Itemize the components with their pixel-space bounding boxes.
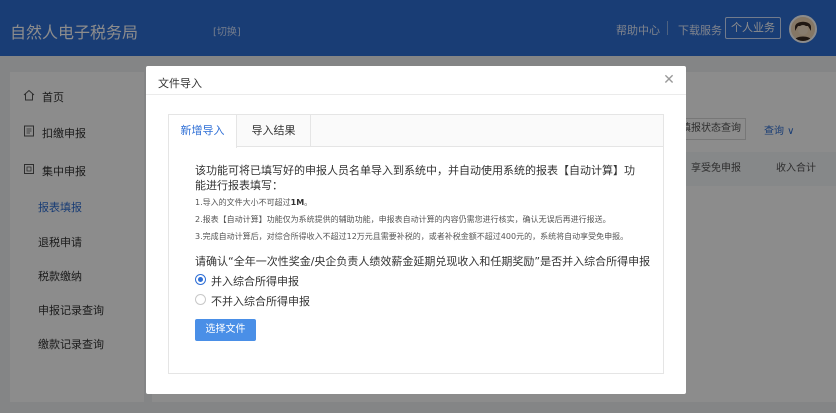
size-limit: 1M [290, 198, 305, 207]
file-import-dialog: 文件导入 ✕ 新增导入 导入结果 该功能可将已填写好的申报人员名单导入到系统中，… [146, 66, 686, 394]
intro-text: 该功能可将已填写好的申报人员名单导入到系统中，并自动使用系统的报表【自动计算】功… [195, 164, 635, 192]
radio-label: 并入综合所得申报 [211, 275, 299, 288]
tab-import-results[interactable]: 导入结果 [237, 115, 311, 147]
choose-file-button[interactable]: 选择文件 [195, 319, 256, 341]
close-icon[interactable]: ✕ [662, 73, 676, 87]
dialog-divider [146, 94, 686, 95]
import-panel: 新增导入 导入结果 该功能可将已填写好的申报人员名单导入到系统中，并自动使用系统… [168, 114, 664, 374]
note-exemption: 3.完成自动计算后，对综合所得收入不超过12万元且需要补税的，或者补税金额不超过… [195, 232, 629, 241]
dialog-title: 文件导入 [158, 77, 202, 90]
note-auto-calc: 2.报表【自动计算】功能仅为系统提供的辅助功能，申报表自动计算的内容仍需您进行核… [195, 215, 611, 224]
radio-label: 不并入综合所得申报 [211, 295, 310, 308]
merge-question: 请确认“全年一次性奖金/央企负责人绩效薪金延期兑现收入和任期奖励”是否并入综合所… [195, 255, 651, 268]
radio-checked-icon[interactable] [195, 274, 206, 285]
tab-bar: 新增导入 导入结果 [169, 115, 663, 148]
radio-unchecked-icon[interactable] [195, 294, 206, 305]
note-file-size: 1.导入的文件大小不可超过1M。 [195, 198, 313, 207]
tab-new-import[interactable]: 新增导入 [169, 115, 237, 148]
